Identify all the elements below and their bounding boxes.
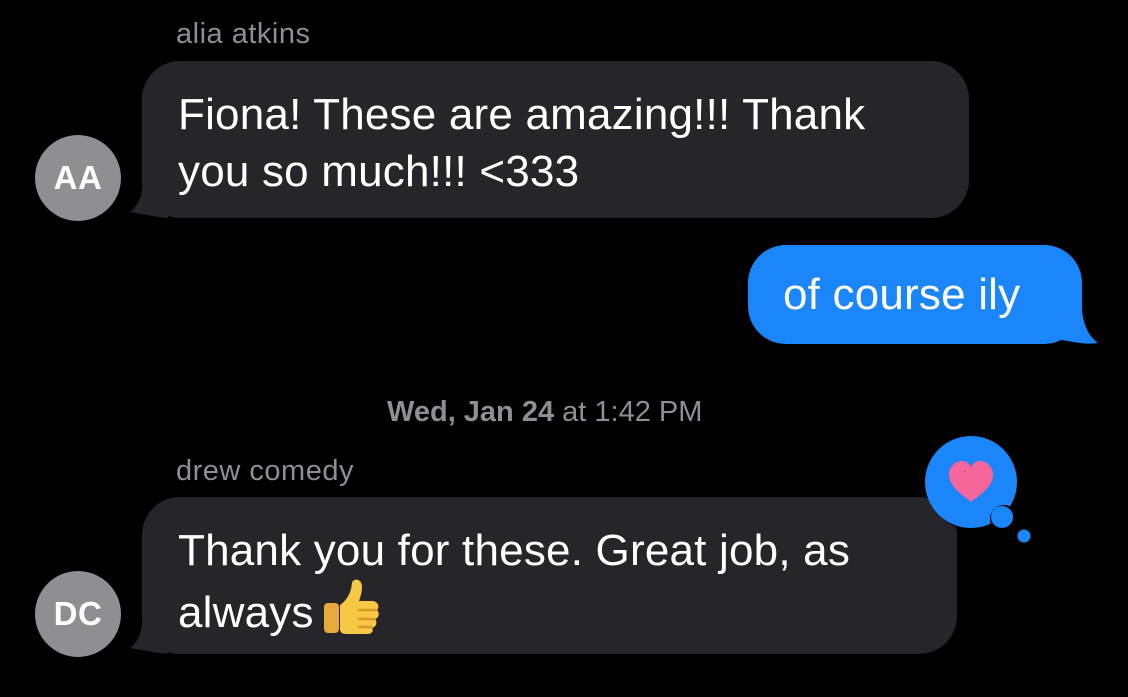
message-text: of course ily (783, 270, 1021, 319)
timestamp-time: at 1:42 PM (562, 396, 703, 428)
conversation-timestamp: Wed, Jan 24 at 1:42 PM (387, 396, 702, 429)
avatar-alia-atkins[interactable]: AA (35, 135, 121, 221)
avatar-drew-comedy[interactable]: DC (35, 571, 121, 657)
thumbs-up-icon (322, 579, 380, 649)
message-text: Thank you for these. Great job, as alway… (178, 526, 851, 637)
message-bubble-incoming[interactable]: Thank you for these. Great job, as alway… (142, 497, 957, 654)
message-bubble-incoming[interactable]: Fiona! These are amazing!!! Thank you so… (142, 61, 969, 218)
message-text: Fiona! These are amazing!!! Thank you so… (178, 90, 866, 196)
timestamp-day: Wed, Jan 24 (387, 396, 555, 428)
heart-reaction[interactable] (922, 433, 1034, 545)
message-bubble-outgoing[interactable]: of course ily (748, 245, 1082, 344)
sender-name-drew-comedy: drew comedy (176, 455, 354, 487)
sender-name-alia-atkins: alia atkins (176, 18, 311, 50)
